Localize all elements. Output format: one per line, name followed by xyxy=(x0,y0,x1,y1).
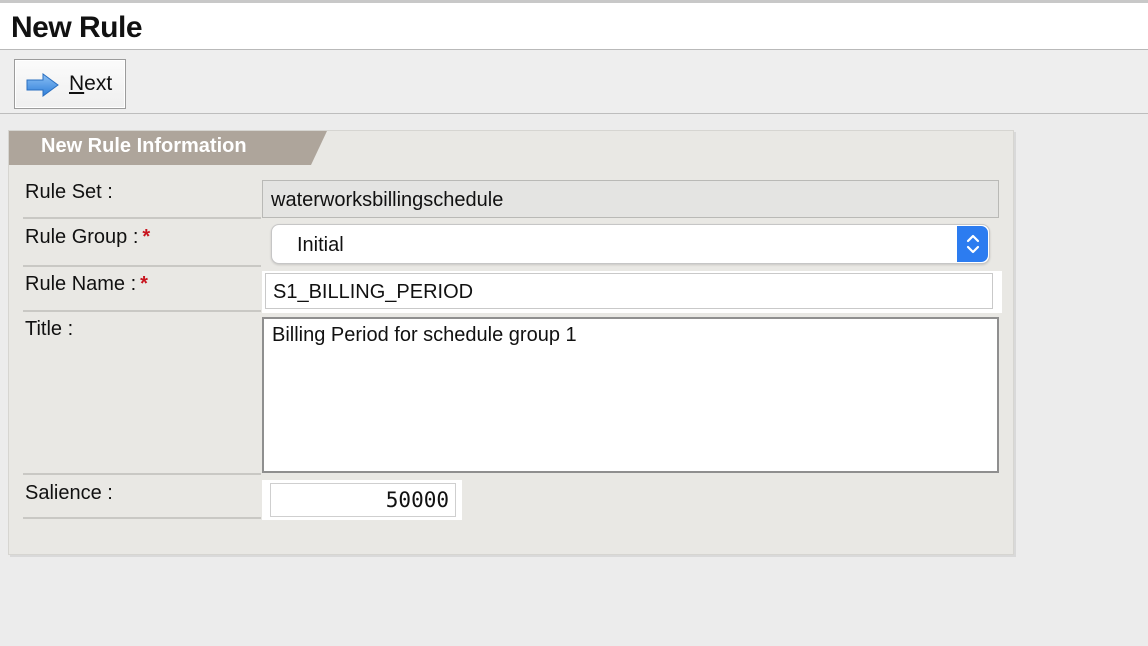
rule-set-field: waterworksbillingschedule xyxy=(262,180,999,218)
title-label: Title : xyxy=(25,318,74,340)
divider xyxy=(23,517,261,519)
rule-name-input[interactable]: S1_BILLING_PERIOD xyxy=(265,273,993,309)
next-button[interactable]: Next xyxy=(14,59,126,109)
chevron-up-down-icon xyxy=(966,234,980,254)
page-title: New Rule xyxy=(11,11,143,44)
rule-group-select[interactable]: Initial xyxy=(271,224,990,264)
divider xyxy=(23,265,261,267)
salience-cell: 50000 xyxy=(262,480,462,520)
panel-title: New Rule Information xyxy=(41,135,247,157)
toolbar: Next xyxy=(0,50,1148,114)
new-rule-panel: New Rule Information Rule Set : waterwor… xyxy=(8,130,1014,555)
select-arrows-icon[interactable] xyxy=(957,226,988,262)
rule-name-cell: S1_BILLING_PERIOD xyxy=(262,271,1002,313)
next-mnemonic: N xyxy=(69,72,85,95)
salience-input[interactable]: 50000 xyxy=(270,483,456,517)
title-bar: New Rule xyxy=(0,3,1148,50)
arrow-right-icon xyxy=(26,73,59,97)
divider xyxy=(23,473,261,475)
rule-set-label: Rule Set : xyxy=(25,181,113,203)
required-marker: * xyxy=(140,273,148,295)
rule-name-label: Rule Name : * xyxy=(25,273,148,296)
rule-group-label: Rule Group : * xyxy=(25,226,150,249)
panel-header: New Rule Information xyxy=(9,131,1013,165)
divider xyxy=(23,217,261,219)
rule-group-label-text: Rule Group : xyxy=(25,226,139,248)
next-label-rest: ext xyxy=(84,72,113,95)
rule-group-selected-value: Initial xyxy=(297,234,344,256)
title-textarea[interactable]: Billing Period for schedule group 1 xyxy=(262,317,999,473)
divider xyxy=(23,310,261,312)
salience-label: Salience : xyxy=(25,482,113,504)
required-marker: * xyxy=(142,226,151,248)
next-button-label: Next xyxy=(69,72,112,96)
rule-name-label-text: Rule Name : xyxy=(25,273,137,295)
